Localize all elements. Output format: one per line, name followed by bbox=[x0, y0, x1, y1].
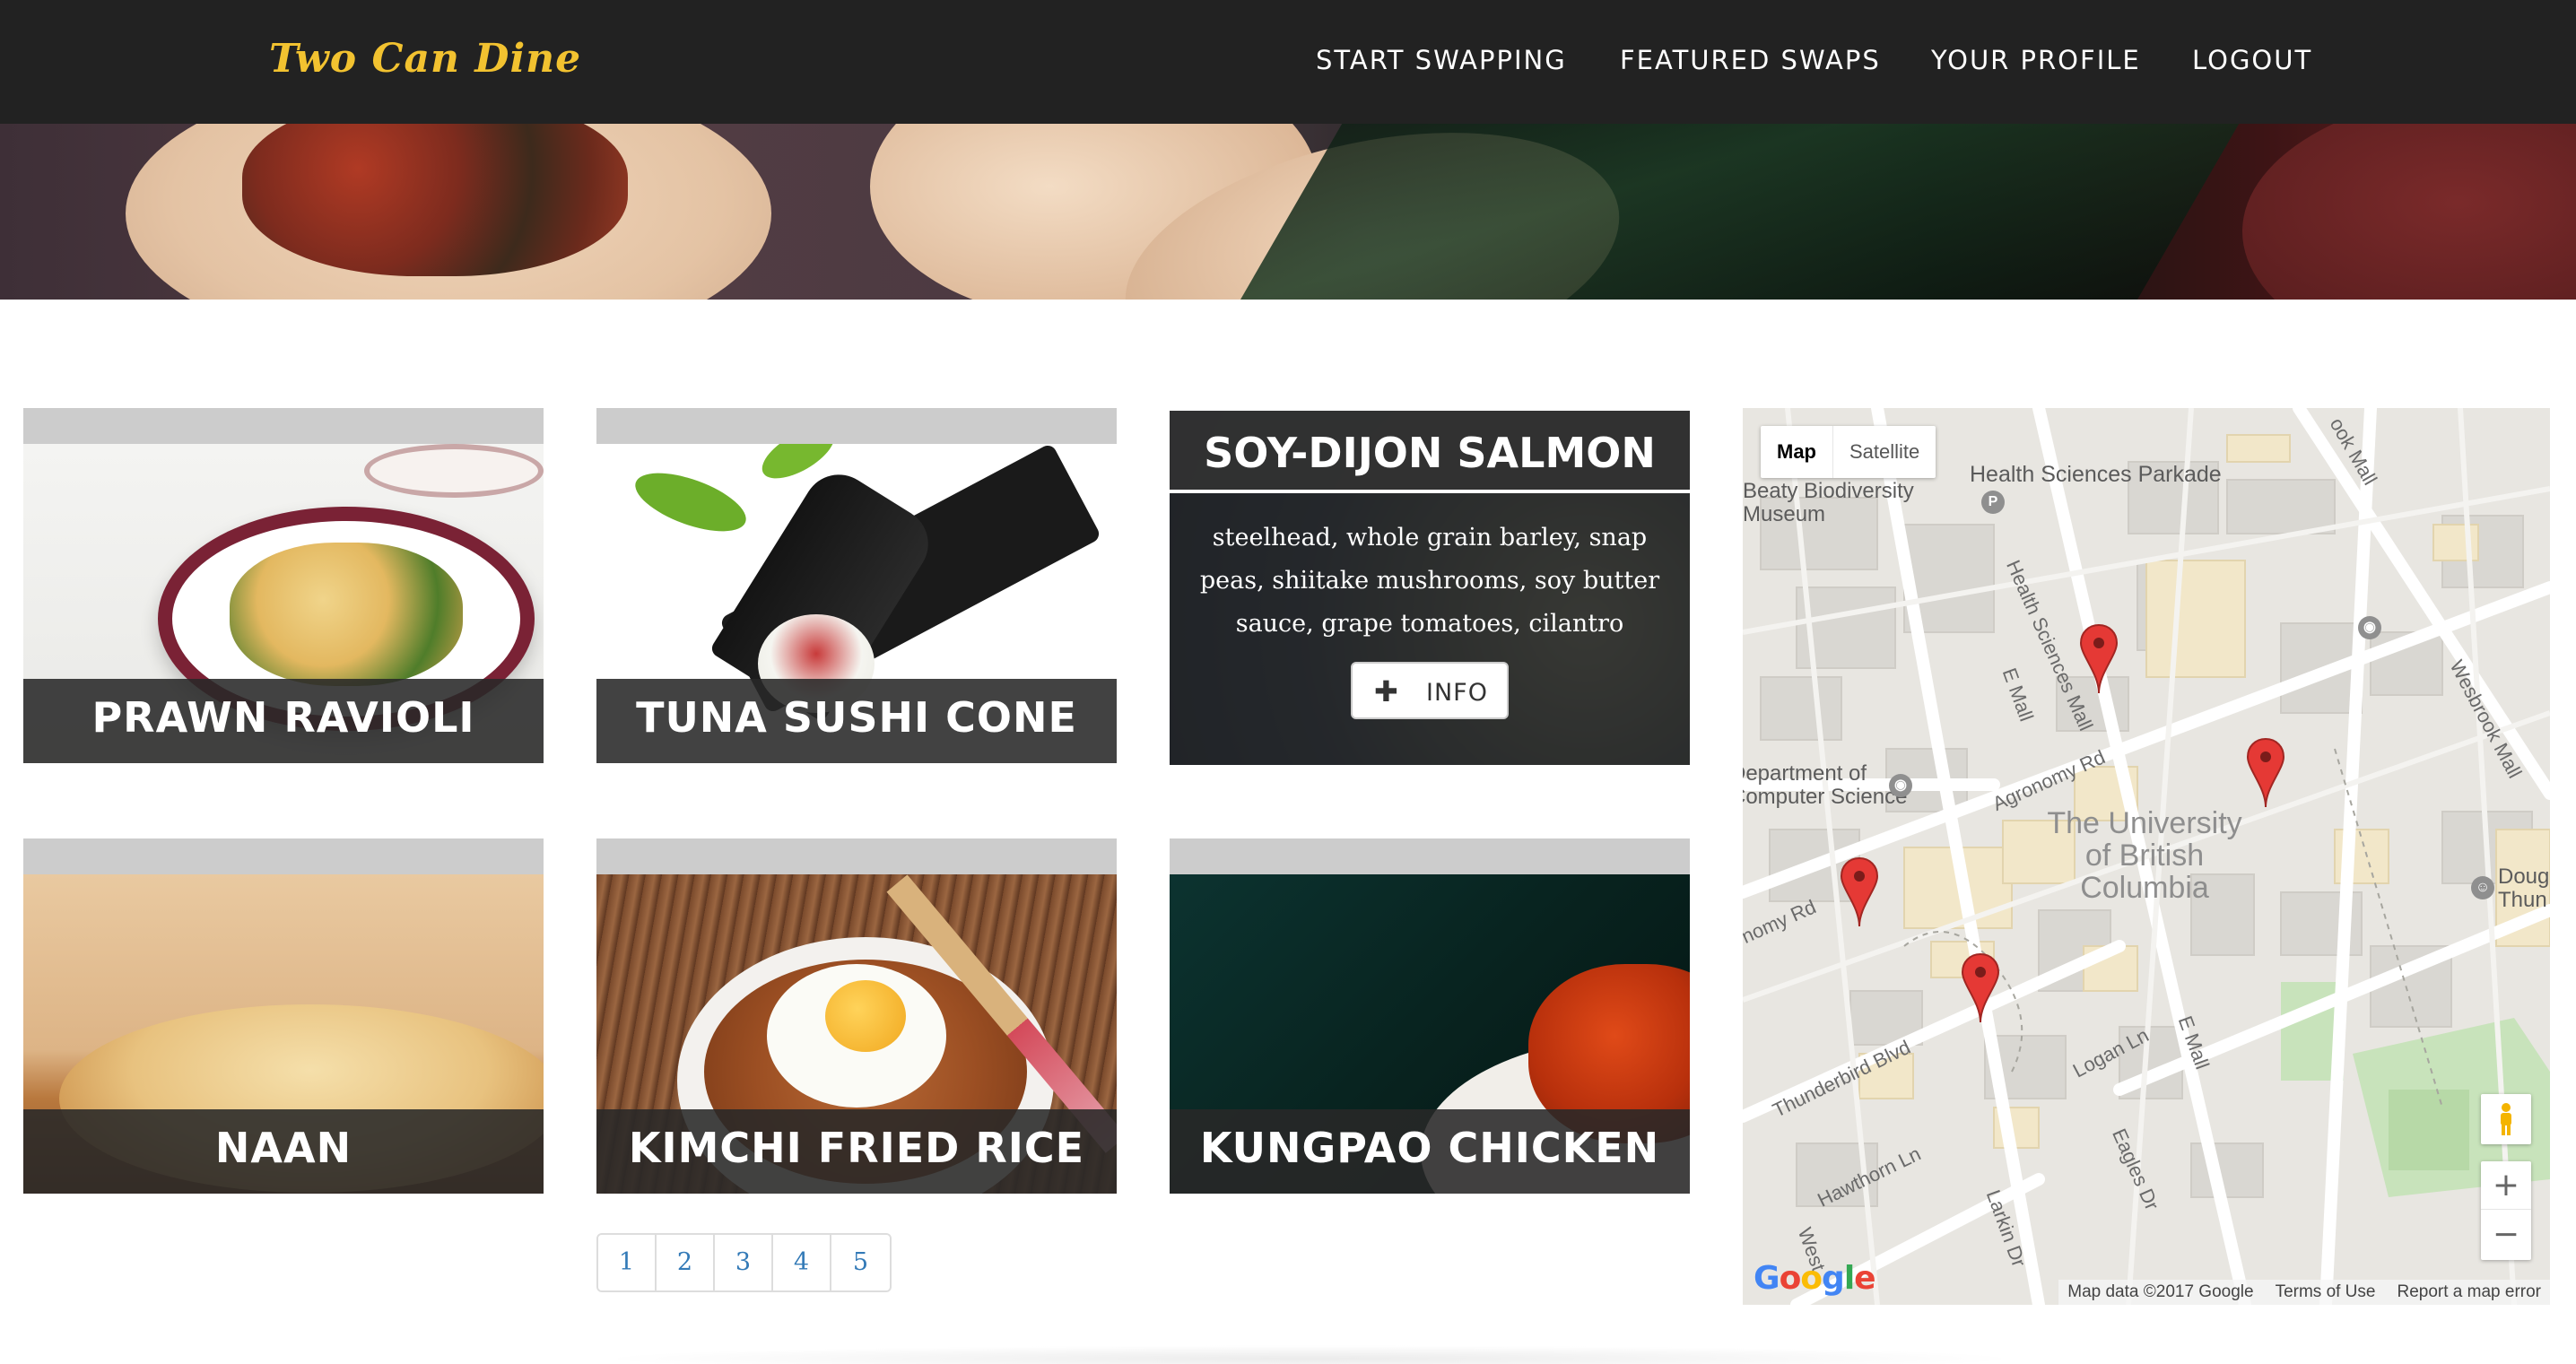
school-icon: ◉ bbox=[2358, 616, 2381, 639]
navbar: Two Can Dine START SWAPPING FEATURED SWA… bbox=[0, 0, 2576, 124]
hero-banner bbox=[0, 124, 2576, 300]
nav-start-swapping[interactable]: START SWAPPING bbox=[1316, 45, 1567, 75]
card-top-strip bbox=[596, 408, 1117, 444]
report-map-error-link[interactable]: Report a map error bbox=[2397, 1282, 2541, 1302]
footer-shadow bbox=[592, 1345, 2027, 1364]
page-link-2[interactable]: 2 bbox=[657, 1235, 715, 1290]
map-attribution: Map data ©2017 Google Terms of Use Repor… bbox=[2058, 1280, 2550, 1305]
brand-logo[interactable]: Two Can Dine bbox=[269, 36, 581, 82]
map-pin-icon[interactable] bbox=[2078, 623, 2119, 695]
map-type-control: Map Satellite bbox=[1761, 426, 1936, 478]
leaf-image bbox=[1238, 124, 2260, 300]
food-card-tuna-sushi-cone[interactable]: TUNA SUSHI CONE bbox=[596, 408, 1117, 763]
pegman-icon bbox=[2501, 1103, 2511, 1135]
card-top-strip bbox=[1170, 838, 1690, 874]
card-top-strip bbox=[23, 838, 544, 874]
street-view-pegman-button[interactable] bbox=[2481, 1094, 2531, 1144]
school-icon: ◉ bbox=[1889, 774, 1912, 797]
map-type-satellite-button[interactable]: Satellite bbox=[1832, 426, 1936, 478]
card-top-strip bbox=[23, 408, 544, 444]
card-top-strip bbox=[596, 838, 1117, 874]
bowl-image bbox=[2242, 124, 2576, 300]
info-button[interactable]: ✚ INFO bbox=[1351, 662, 1509, 719]
food-card-prawn-ravioli[interactable]: PRAWN RAVIOLI bbox=[23, 408, 544, 763]
map-type-map-button[interactable]: Map bbox=[1761, 426, 1832, 478]
card-title: KIMCHI FRIED RICE bbox=[628, 1124, 1085, 1172]
map-data-credit: Map data ©2017 Google bbox=[2067, 1282, 2254, 1301]
map-pin-icon[interactable] bbox=[1960, 952, 2001, 1024]
dumpling-filling-image bbox=[242, 124, 628, 276]
plus-icon: ✚ bbox=[1374, 674, 1398, 708]
place-health-parkade: Health Sciences Parkade bbox=[1970, 462, 2222, 487]
terms-of-use-link[interactable]: Terms of Use bbox=[2276, 1282, 2376, 1302]
map-pin-icon[interactable] bbox=[2245, 737, 2286, 809]
nav-your-profile[interactable]: YOUR PROFILE bbox=[1931, 45, 2141, 75]
nav-featured-swaps[interactable]: FEATURED SWAPS bbox=[1620, 45, 1881, 75]
card-title: NAAN bbox=[214, 1124, 352, 1172]
card-title: PRAWN RAVIOLI bbox=[91, 693, 475, 742]
card-title: TUNA SUSHI CONE bbox=[636, 693, 1077, 742]
food-card-kungpao-chicken[interactable]: KUNGPAO CHICKEN bbox=[1170, 838, 1690, 1194]
page-link-4[interactable]: 4 bbox=[773, 1235, 831, 1290]
card-title: KUNGPAO CHICKEN bbox=[1199, 1124, 1660, 1172]
food-card-naan[interactable]: NAAN bbox=[23, 838, 544, 1194]
page-link-1[interactable]: 1 bbox=[598, 1235, 657, 1290]
food-card-kimchi-fried-rice[interactable]: KIMCHI FRIED RICE bbox=[596, 838, 1117, 1194]
card-title: SOY-DIJON SALMON bbox=[1204, 429, 1656, 477]
zoom-in-button[interactable]: + bbox=[2481, 1161, 2531, 1210]
google-logo[interactable]: Google bbox=[1754, 1260, 1876, 1297]
page-link-5[interactable]: 5 bbox=[831, 1235, 890, 1290]
place-doug-thun: Doug Thun bbox=[2498, 864, 2550, 912]
place-ubc: The University of British Columbia bbox=[2047, 806, 2242, 905]
parking-icon: P bbox=[1981, 491, 2005, 514]
info-button-label: INFO bbox=[1426, 679, 1488, 707]
place-beaty-museum: Beaty Biodiversity Museum bbox=[1743, 479, 1914, 526]
place-dept-computer-science: Department of Computer Science bbox=[1743, 761, 1908, 809]
zoom-out-button[interactable]: − bbox=[2481, 1211, 2531, 1259]
campus-map[interactable]: Map Satellite Health Sciences Parkade P … bbox=[1743, 408, 2550, 1305]
zoom-control: + − bbox=[2481, 1161, 2531, 1260]
theatre-icon: ☺ bbox=[2471, 876, 2494, 899]
pagination: 1 2 3 4 5 bbox=[596, 1233, 892, 1292]
map-pin-icon[interactable] bbox=[1839, 856, 1880, 928]
page-link-3[interactable]: 3 bbox=[715, 1235, 773, 1290]
nav-logout[interactable]: LOGOUT bbox=[2192, 45, 2312, 75]
food-card-soy-dijon-salmon[interactable]: SOY-DIJON SALMON steelhead, whole grain … bbox=[1170, 411, 1690, 765]
card-description: steelhead, whole grain barley, snap peas… bbox=[1199, 524, 1660, 638]
